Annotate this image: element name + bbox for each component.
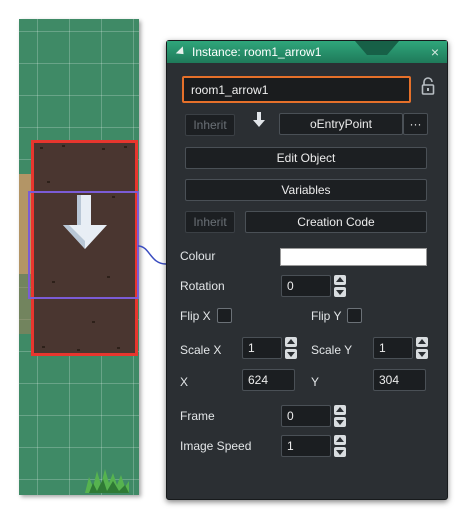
scale-x-label: Scale X (180, 343, 222, 357)
scale-y-label: Scale Y (311, 343, 353, 357)
panel-title: Instance: room1_arrow1 (192, 45, 322, 59)
grass-bush-icon (85, 469, 129, 493)
image-speed-field[interactable]: 1 (281, 435, 331, 457)
edit-object-button[interactable]: Edit Object (185, 147, 427, 169)
instance-name-field[interactable]: room1_arrow1 (182, 76, 411, 103)
flip-y-checkbox[interactable] (347, 308, 362, 323)
inherit-button[interactable]: Inherit (185, 114, 235, 136)
y-label: Y (311, 375, 320, 389)
rotation-field[interactable]: 0 (281, 275, 331, 297)
arrow-down-icon (253, 112, 265, 127)
stage: Instance: room1_arrow1 × room1_arrow1 In… (0, 0, 466, 514)
frame-stepper[interactable] (334, 405, 346, 427)
rotation-label: Rotation (180, 279, 225, 293)
panel-titlebar[interactable]: Instance: room1_arrow1 × (167, 41, 447, 63)
image-speed-label: Image Speed (180, 439, 252, 453)
y-field[interactable]: 304 (373, 369, 426, 391)
inherit-creation-code-button[interactable]: Inherit (185, 211, 235, 233)
room-canvas[interactable] (19, 19, 139, 495)
scale-x-field[interactable]: 1 (242, 337, 282, 359)
frame-label: Frame (180, 409, 215, 423)
x-field[interactable]: 624 (242, 369, 295, 391)
image-speed-stepper[interactable] (334, 435, 346, 457)
panel-tab-notch (355, 41, 399, 55)
colour-label: Colour (180, 249, 216, 263)
scale-y-field[interactable]: 1 (373, 337, 413, 359)
variables-button[interactable]: Variables (185, 179, 427, 201)
object-more-button[interactable]: ··· (403, 113, 428, 135)
down-arrow-sprite-icon[interactable] (63, 195, 107, 253)
scale-y-stepper[interactable] (416, 337, 428, 359)
rotation-stepper[interactable] (334, 275, 346, 297)
panel-body: room1_arrow1 Inherit oEntryPoint ··· Edi… (167, 63, 447, 499)
collapse-triangle-icon[interactable] (175, 46, 188, 58)
object-name-button[interactable]: oEntryPoint (279, 113, 403, 135)
lock-icon[interactable] (421, 77, 435, 95)
flip-x-label: Flip X (180, 309, 211, 323)
flip-y-label: Flip Y (311, 309, 342, 323)
creation-code-button[interactable]: Creation Code (245, 211, 427, 233)
flip-x-checkbox[interactable] (217, 308, 232, 323)
frame-field[interactable]: 0 (281, 405, 331, 427)
connector-line (137, 245, 167, 265)
colour-swatch[interactable] (280, 248, 427, 266)
x-label: X (180, 375, 189, 389)
scale-x-stepper[interactable] (285, 337, 297, 359)
close-icon[interactable]: × (431, 44, 439, 60)
instance-panel: Instance: room1_arrow1 × room1_arrow1 In… (166, 40, 448, 500)
